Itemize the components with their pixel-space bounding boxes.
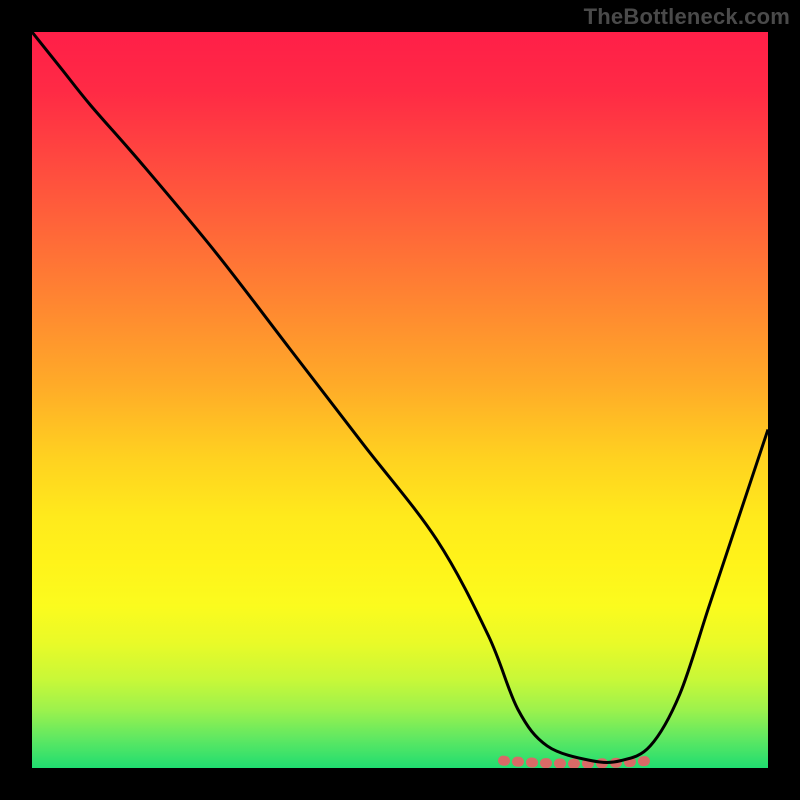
curve-svg <box>32 32 768 768</box>
valley-highlight <box>503 761 650 764</box>
bottleneck-curve-line <box>32 32 768 762</box>
watermark-text: TheBottleneck.com <box>584 4 790 30</box>
plot-area <box>32 32 768 768</box>
chart-frame: TheBottleneck.com <box>0 0 800 800</box>
